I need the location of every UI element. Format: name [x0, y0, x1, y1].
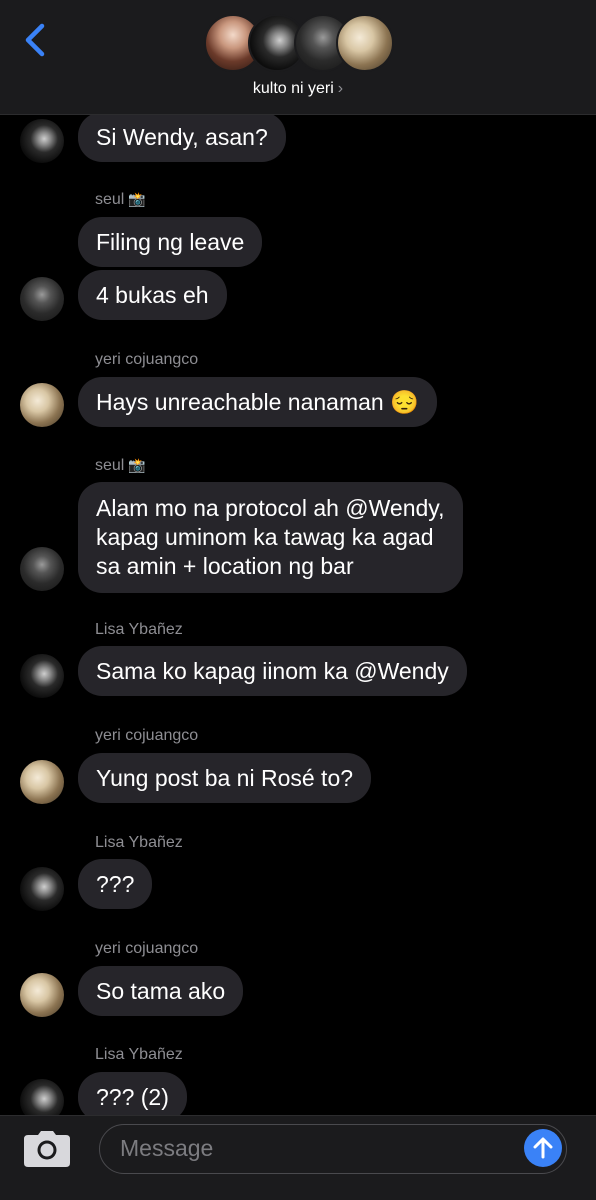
message-bubble[interactable]: Yung post ba ni Rosé to?	[78, 753, 372, 803]
camera-icon	[24, 1131, 70, 1167]
sender-name: Lisa Ybañez	[95, 621, 183, 639]
chat-header: kulto ni yeri ›	[0, 0, 596, 115]
message-bubble[interactable]: Filing ng leave	[78, 217, 263, 267]
message-bubble[interactable]: 4 bukas eh	[78, 270, 227, 320]
camera-flash-emoji: 📸	[128, 191, 146, 207]
sender-name: Lisa Ybañez	[95, 1046, 183, 1064]
message-text: Filing ng leave	[96, 228, 245, 255]
message-text-line: kapag uminom ka tawag ka agad	[96, 524, 434, 550]
message-text: So tama ako	[96, 977, 226, 1004]
message-bubble[interactable]: Hays unreachable nanaman 😔	[78, 377, 437, 427]
sender-name: yeri cojuangco	[95, 727, 198, 745]
message-text: Yung post ba ni Rosé to?	[96, 764, 354, 791]
message-bubble[interactable]: Sama ko kapag iinom ka @Wendy	[78, 646, 467, 696]
send-button[interactable]	[524, 1129, 562, 1167]
sender-name: yeri cojuangco	[95, 940, 198, 958]
group-avatars[interactable]	[204, 14, 394, 76]
sender-avatar[interactable]	[20, 867, 64, 911]
message-text-line: sa amin + location ng bar	[96, 553, 354, 579]
message-bubble[interactable]: Alam mo na protocol ah @Wendy, kapag umi…	[78, 482, 463, 593]
sender-avatar[interactable]	[20, 277, 64, 321]
message-bubble[interactable]: ???	[78, 859, 153, 909]
sender-avatar[interactable]	[20, 547, 64, 591]
message-text: Hays unreachable nanaman 😔	[96, 388, 419, 415]
sender-name-label: seul	[95, 457, 125, 474]
sender-name-label: yeri cojuangco	[95, 727, 199, 744]
sender-name: seul 📸	[95, 457, 146, 475]
message-bubble[interactable]: Si Wendy, asan?	[78, 115, 286, 162]
sender-name-label: Lisa Ybañez	[95, 1046, 183, 1063]
sender-name: Lisa Ybañez	[95, 834, 183, 852]
message-input-wrapper	[99, 1124, 567, 1174]
sender-name-label: yeri cojuangco	[95, 940, 199, 957]
chevron-right-icon: ›	[337, 80, 344, 97]
arrow-up-icon	[533, 1137, 553, 1159]
message-text: ??? (2)	[96, 1083, 169, 1110]
back-button[interactable]	[18, 20, 54, 60]
sender-avatar[interactable]	[20, 383, 64, 427]
sender-avatar[interactable]	[20, 760, 64, 804]
sender-name: yeri cojuangco	[95, 351, 198, 369]
message-text-line: Alam mo na protocol ah @Wendy,	[96, 495, 445, 521]
message-composer	[0, 1115, 596, 1200]
sender-avatar[interactable]	[20, 973, 64, 1017]
sender-avatar[interactable]	[20, 1079, 64, 1115]
message-text: Si Wendy, asan?	[96, 123, 268, 150]
message-bubble[interactable]: So tama ako	[78, 966, 244, 1016]
message-input[interactable]	[120, 1125, 510, 1172]
sender-avatar[interactable]	[20, 119, 64, 163]
message-text: ???	[96, 870, 135, 897]
group-name-label: kulto ni yeri	[252, 80, 334, 97]
message-text: Sama ko kapag iinom ka @Wendy	[96, 657, 449, 684]
sender-name-label: Lisa Ybañez	[95, 834, 183, 851]
sender-avatar[interactable]	[20, 654, 64, 698]
chevron-left-icon	[25, 23, 45, 57]
sender-name-label: seul	[95, 191, 125, 208]
sender-name-label: yeri cojuangco	[95, 351, 199, 368]
group-member-avatar	[336, 14, 394, 72]
camera-button[interactable]	[22, 1130, 72, 1168]
message-list[interactable]: Si Wendy, asan? seul 📸 Filing ng leave 4 …	[0, 115, 596, 1115]
camera-flash-emoji: 📸	[128, 457, 146, 473]
message-text: 4 bukas eh	[96, 281, 209, 308]
sender-name-label: Lisa Ybañez	[95, 621, 183, 638]
group-name[interactable]: kulto ni yeri ›	[0, 80, 596, 98]
sender-name: seul 📸	[95, 191, 146, 209]
message-bubble[interactable]: ??? (2)	[78, 1072, 187, 1115]
